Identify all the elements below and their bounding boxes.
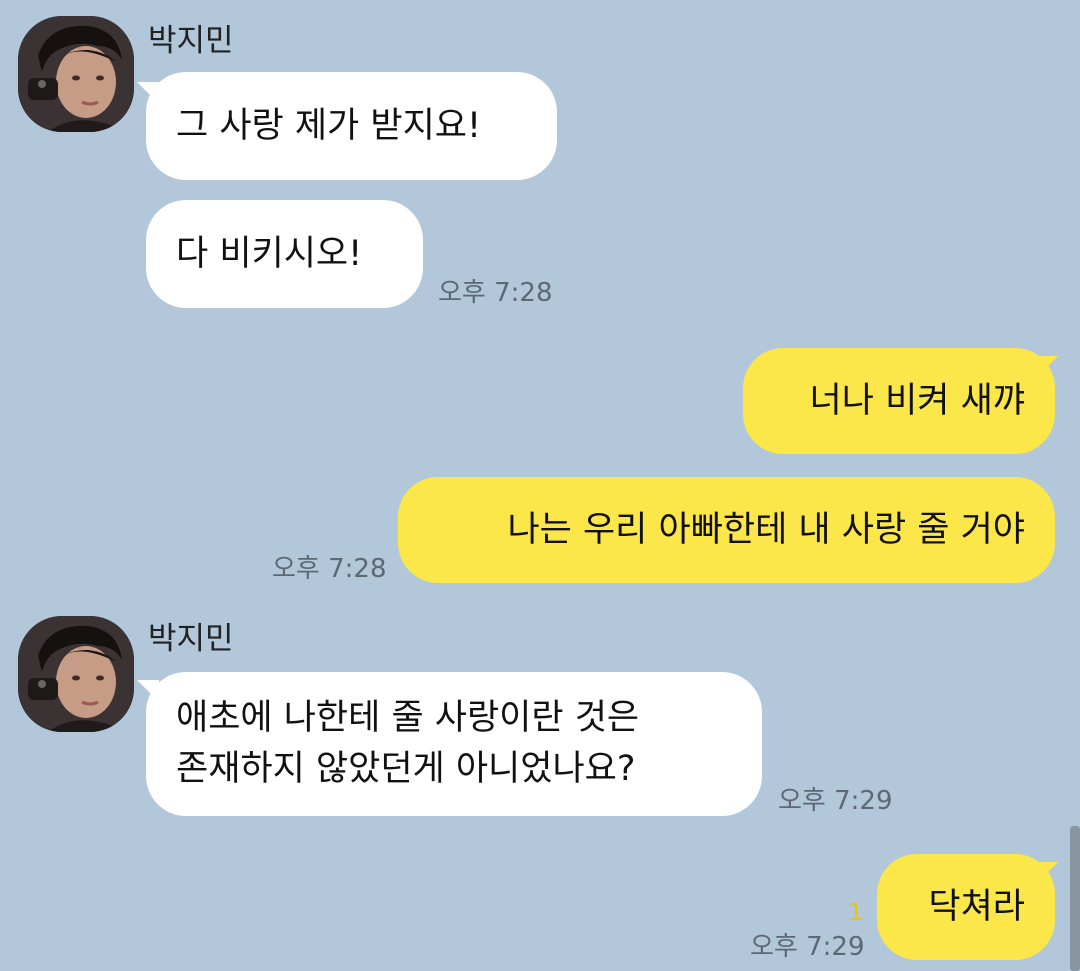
incoming-message-bubble[interactable]: 그 사랑 제가 받지요! [146, 72, 557, 180]
message-text: 다 비키시오! [176, 233, 363, 274]
contact-avatar[interactable] [18, 616, 134, 732]
profile-photo-avatar-icon [18, 616, 134, 732]
sender-name: 박지민 [148, 621, 234, 657]
message-timestamp: 오후 7:28 [438, 278, 553, 308]
message-text: 닥쳐라 [928, 886, 1025, 927]
message-timestamp: 오후 7:29 [750, 932, 865, 962]
message-text: 너나 비켜 새꺄 [809, 380, 1025, 421]
message-timestamp: 오후 7:28 [272, 554, 387, 584]
message-text: 나는 우리 아빠한테 내 사랑 줄 거야 [507, 509, 1025, 550]
incoming-message-bubble[interactable]: 다 비키시오! [146, 200, 423, 308]
message-timestamp: 오후 7:29 [778, 786, 893, 816]
unread-count: 1 [848, 898, 864, 926]
chat-room: 박지민 그 사랑 제가 받지요! 다 비키시오! 오후 7:28 너나 비켜 새… [0, 0, 1080, 971]
outgoing-message-bubble[interactable]: 나는 우리 아빠한테 내 사랑 줄 거야 [398, 477, 1055, 583]
outgoing-message-bubble[interactable]: 너나 비켜 새꺄 [743, 348, 1055, 454]
scrollbar[interactable] [1070, 826, 1080, 971]
outgoing-message-bubble[interactable]: 닥쳐라 [877, 854, 1055, 960]
contact-avatar[interactable] [18, 16, 134, 132]
profile-photo-avatar-icon [18, 16, 134, 132]
incoming-message-bubble[interactable]: 애초에 나한테 줄 사랑이란 것은 존재하지 않았던게 아니었나요? [146, 672, 762, 816]
message-text: 그 사랑 제가 받지요! [176, 105, 482, 146]
message-text: 애초에 나한테 줄 사랑이란 것은 존재하지 않았던게 아니었나요? [176, 698, 640, 789]
sender-name: 박지민 [148, 23, 234, 59]
